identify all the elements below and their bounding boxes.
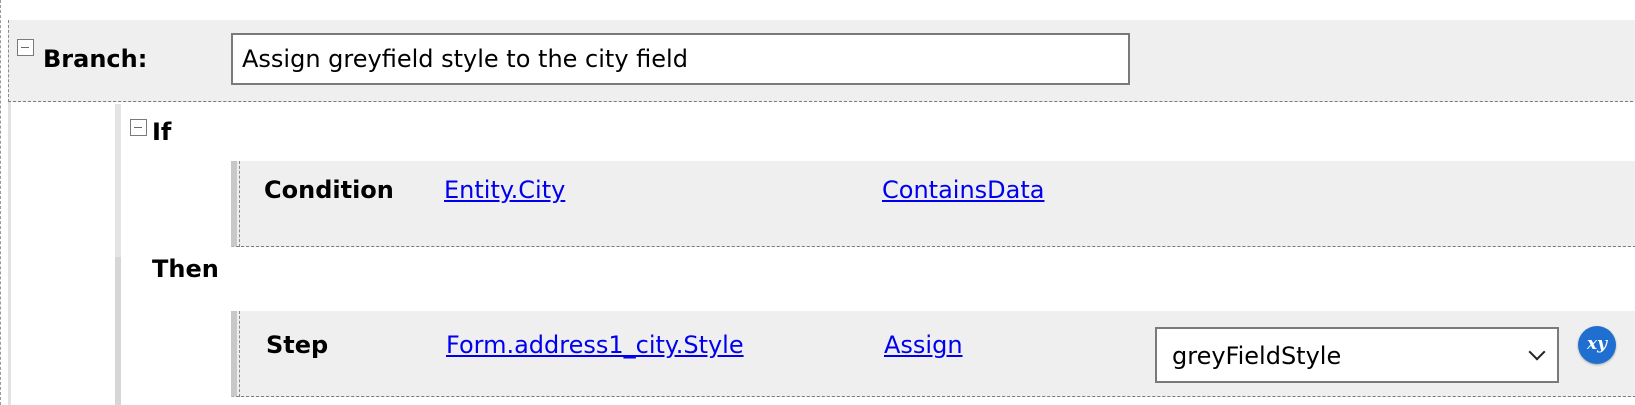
branch-left-rule [8,102,11,405]
if-label: If [152,118,172,146]
style-value-selected: greyFieldStyle [1172,342,1342,370]
if-collapse-icon[interactable] [130,119,147,136]
xy-expression-icon-text: xy [1586,334,1607,354]
then-block-bar [115,257,121,405]
step-action-link[interactable]: Assign [884,331,963,359]
then-label: Then [152,255,219,283]
branch-name-input[interactable] [231,33,1130,85]
condition-operator-link[interactable]: ContainsData [882,176,1044,204]
branch-collapse-icon[interactable] [17,39,34,56]
branch-label: Branch: [43,45,148,73]
outer-dashed-rule [0,0,1,405]
condition-inner-rule [239,161,240,247]
xy-expression-icon[interactable]: xy [1578,326,1616,364]
if-block-bar [115,104,121,257]
condition-panel [231,161,1635,247]
style-value-dropdown[interactable]: greyFieldStyle [1155,327,1559,383]
chevron-down-icon [1528,343,1546,361]
step-inner-rule [239,311,240,397]
step-label: Step [266,331,329,359]
step-target-link[interactable]: Form.address1_city.Style [446,331,744,359]
condition-label: Condition [264,176,394,204]
condition-field-link[interactable]: Entity.City [444,176,565,204]
